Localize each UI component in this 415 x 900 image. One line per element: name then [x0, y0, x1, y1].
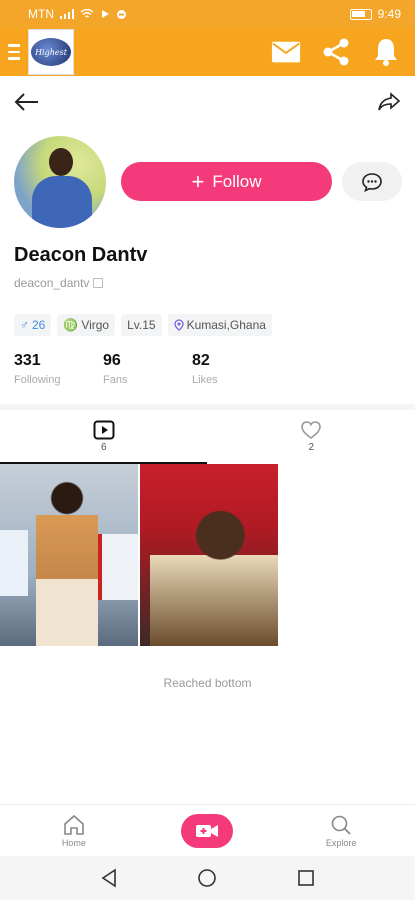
play-notification-icon [102, 10, 109, 18]
system-recents-icon[interactable] [297, 869, 315, 887]
stat-value: 96 [103, 352, 121, 369]
message-button[interactable] [342, 162, 402, 201]
system-home-icon[interactable] [197, 868, 217, 888]
menu-button[interactable] [0, 28, 28, 76]
follow-button[interactable]: + Follow [121, 162, 332, 201]
battery-icon [349, 8, 372, 20]
gender-age-tag: ♂ 26 [14, 314, 52, 336]
bell-icon[interactable] [371, 37, 401, 67]
status-bar: MTN 9:49 [0, 0, 415, 28]
stat-fans[interactable]: 96 Fans [103, 352, 192, 386]
liked-count: 2 [308, 441, 315, 453]
video-grid [0, 464, 415, 646]
stat-following[interactable]: 331 Following [14, 352, 103, 386]
forward-share-icon[interactable] [377, 92, 401, 112]
level-value: Lv.15 [127, 318, 156, 332]
chat-bubble-icon [362, 172, 382, 192]
home-icon [64, 814, 84, 835]
end-of-list-text: Reached bottom [163, 676, 252, 690]
zodiac-value: Virgo [81, 318, 110, 332]
video-play-icon [93, 420, 115, 439]
profile-stats: 331 Following 96 Fans 82 Likes [14, 352, 281, 386]
nav-explore[interactable]: Explore [301, 814, 381, 848]
search-icon [331, 815, 351, 835]
handle-text: deacon_dantv [14, 276, 90, 290]
stat-value: 82 [192, 352, 210, 369]
share-icon[interactable] [321, 37, 351, 67]
record-video-button[interactable] [181, 813, 234, 848]
display-name: Deacon Dantv [14, 244, 148, 266]
heart-icon [301, 420, 322, 439]
virgo-icon: ♍ [63, 318, 79, 332]
system-nav-bar [0, 856, 415, 900]
level-tag: Lv.15 [121, 314, 162, 336]
logo-text: Highest [31, 38, 71, 66]
profile-tags: ♂ 26 ♍ Virgo Lv.15 Kumasi,Ghana [14, 314, 272, 336]
location-value: Kumasi,Ghana [186, 318, 266, 332]
avatar[interactable] [14, 136, 106, 228]
profile-nav-row [0, 82, 415, 122]
tab-videos[interactable]: 6 [0, 410, 208, 462]
wifi-icon [80, 9, 94, 18]
system-back-icon[interactable] [100, 868, 118, 888]
bottom-nav: Home Explore [0, 804, 415, 856]
app-logo[interactable]: Highest [28, 29, 74, 75]
signal-icon [60, 9, 74, 19]
circle-notification-icon [117, 9, 126, 19]
stat-label: Following [14, 374, 61, 386]
video-camera-icon [196, 824, 219, 837]
clock: 9:49 [377, 7, 401, 21]
user-handle: deacon_dantv [14, 276, 104, 290]
nav-home[interactable]: Home [34, 814, 114, 848]
stat-label: Likes [192, 374, 218, 386]
video-thumbnail[interactable] [0, 464, 138, 646]
stat-likes[interactable]: 82 Likes [192, 352, 281, 386]
male-icon: ♂ [20, 318, 29, 332]
nav-explore-label: Explore [325, 837, 357, 848]
app-bar: Highest [0, 28, 415, 76]
zodiac-tag: ♍ Virgo [57, 314, 116, 336]
mail-icon[interactable] [271, 37, 301, 67]
copy-icon[interactable] [93, 278, 104, 288]
nav-home-label: Home [61, 837, 86, 848]
stat-label: Fans [103, 374, 128, 386]
follow-label: Follow [212, 171, 262, 191]
tab-liked[interactable]: 2 [208, 410, 415, 462]
location-tag: Kumasi,Ghana [167, 314, 272, 336]
stat-value: 331 [14, 352, 41, 369]
videos-count: 6 [100, 441, 107, 453]
age-value: 26 [32, 318, 46, 332]
plus-icon: + [191, 168, 205, 194]
carrier-label: MTN [28, 7, 54, 21]
location-pin-icon [173, 319, 184, 331]
content-tabs: 6 2 [0, 410, 415, 462]
back-arrow-icon[interactable] [14, 92, 40, 112]
video-thumbnail[interactable] [140, 464, 278, 646]
